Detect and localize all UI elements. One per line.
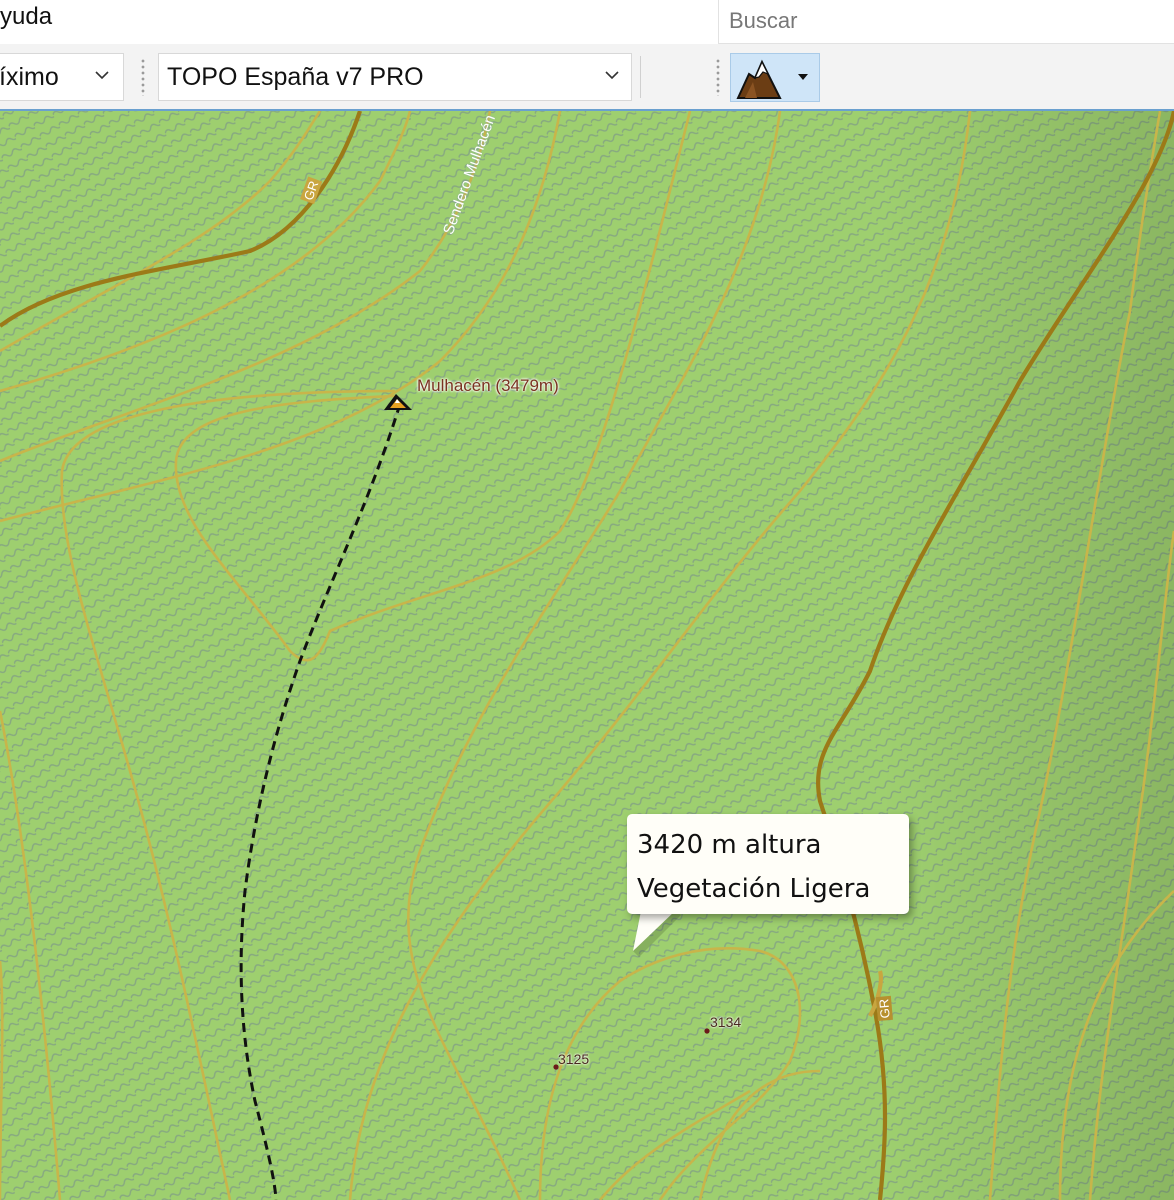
chevron-down-icon	[605, 71, 619, 80]
map-select-value: TOPO España v7 PRO	[167, 62, 424, 91]
menu-item-help[interactable]: yuda	[0, 3, 52, 31]
spot-height-label: 3125	[558, 1051, 590, 1067]
zoom-select-value: íximo	[0, 62, 59, 91]
road-label: GR	[875, 996, 893, 1021]
mountain-icon	[736, 59, 782, 99]
tooltip-terrain: Vegetación Ligera	[637, 874, 871, 904]
spot-height-dot	[704, 1028, 710, 1034]
map-select[interactable]: TOPO España v7 PRO	[158, 53, 632, 101]
info-tooltip: 3420 m altura Vegetación Ligera	[627, 814, 909, 914]
caret-down-icon	[798, 74, 808, 80]
tooltip-altitude: 3420 m altura	[637, 830, 822, 860]
menu-bar: yuda	[0, 0, 718, 44]
search-input[interactable]	[727, 4, 1161, 38]
toolbar-separator	[640, 56, 641, 98]
map-canvas[interactable]: GR Sendero Mulhacén Mulhacén (3479m) GR …	[0, 111, 1174, 1200]
peak-label[interactable]: Mulhacén (3479m)	[417, 376, 559, 396]
toolbar-grip[interactable]	[141, 58, 145, 96]
tooltip-pointer	[633, 911, 681, 957]
toolbar-grip[interactable]	[716, 58, 720, 96]
map-layer	[0, 111, 1174, 1200]
relief-shading-button[interactable]	[730, 53, 820, 102]
zoom-select[interactable]: íximo	[0, 53, 124, 101]
search-box[interactable]	[718, 0, 1174, 44]
spot-height-label: 3134	[710, 1014, 742, 1030]
chevron-down-icon	[95, 71, 109, 80]
toolbar: íximo TOPO España v7 PRO	[0, 44, 1174, 110]
